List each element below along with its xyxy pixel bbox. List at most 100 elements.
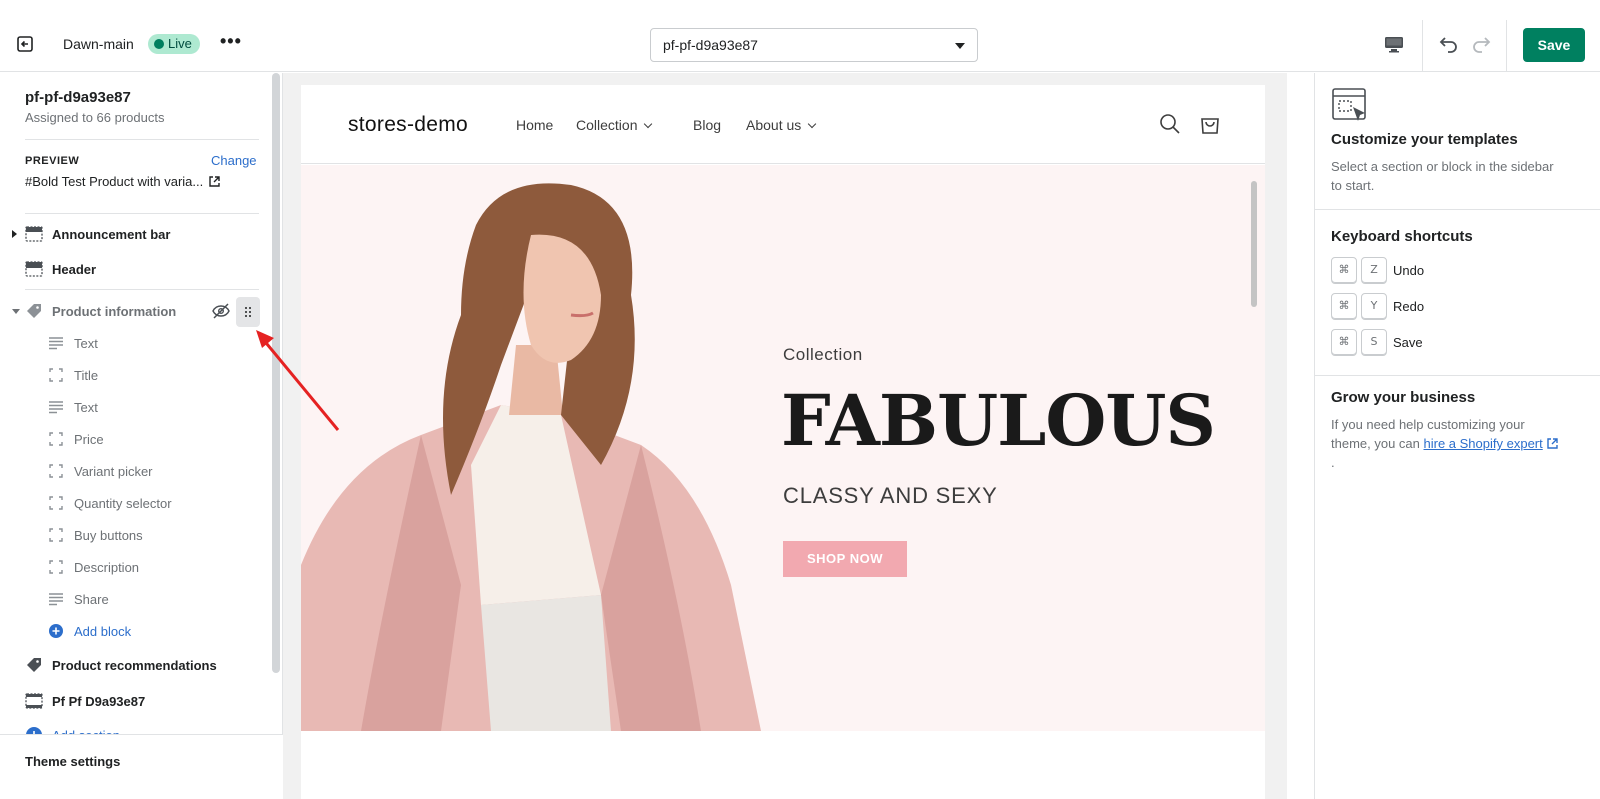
- divider: [25, 213, 259, 214]
- hero-banner: Collection FABULOUS CLASSY AND SEXY SHOP…: [301, 165, 1265, 731]
- nav-collection[interactable]: Collection: [576, 117, 653, 133]
- shortcut-key: Y: [1361, 293, 1387, 319]
- section-product-information[interactable]: Product information: [0, 296, 265, 327]
- chevron-down-icon: [644, 119, 653, 129]
- search-icon[interactable]: [1159, 113, 1181, 135]
- hero-subtitle: CLASSY AND SEXY: [783, 483, 998, 508]
- theme-name: Dawn-main: [63, 36, 134, 52]
- block-quantity-selector[interactable]: Quantity selector: [0, 488, 265, 518]
- grow-text-end: .: [1331, 455, 1335, 470]
- header-icon: [25, 261, 43, 277]
- block-label: Share: [74, 591, 109, 607]
- preview-scrollbar[interactable]: [1251, 181, 1257, 307]
- announcement-bar-icon: [25, 226, 43, 242]
- block-text[interactable]: Text: [0, 328, 265, 358]
- block-label: Text: [74, 335, 98, 351]
- tag-icon: [27, 658, 41, 672]
- section-label: Product information: [52, 303, 177, 319]
- block-frame-icon: [49, 432, 63, 446]
- desktop-view-icon[interactable]: [1384, 34, 1406, 56]
- add-block-label: Add block: [74, 623, 132, 639]
- block-frame-icon: [49, 368, 63, 382]
- section-header[interactable]: Header: [0, 254, 265, 284]
- block-label: Price: [74, 431, 104, 447]
- sidebar: pf-pf-d9a93e87 Assigned to 66 products P…: [0, 73, 283, 799]
- store-preview-frame: stores-demo Home Collection Blog About u…: [301, 85, 1265, 799]
- preview-product-name: #Bold Test Product with varia...: [25, 174, 204, 189]
- sidebar-scrollbar[interactable]: [272, 73, 280, 673]
- change-preview-link[interactable]: Change: [211, 153, 257, 168]
- add-block-button[interactable]: Add block: [0, 616, 265, 646]
- section-label: Pf Pf D9a93e87: [52, 693, 146, 709]
- plus-circle-icon: [49, 624, 63, 638]
- shortcut-save: ⌘ S Save: [1331, 329, 1423, 355]
- drag-handle-icon[interactable]: [236, 297, 260, 327]
- preview-label: PREVIEW: [25, 155, 80, 167]
- more-actions-button[interactable]: •••: [220, 32, 241, 54]
- grow-text: If you need help customizing your theme,…: [1331, 415, 1561, 472]
- live-badge: Live: [148, 34, 200, 54]
- text-lines-icon: [49, 401, 63, 414]
- save-button[interactable]: Save: [1523, 28, 1585, 62]
- preview-product-link[interactable]: #Bold Test Product with varia...: [25, 174, 220, 189]
- command-key: ⌘: [1331, 293, 1357, 319]
- template-assigned-count: Assigned to 66 products: [25, 110, 165, 125]
- block-title[interactable]: Title: [0, 360, 265, 390]
- block-variant-picker[interactable]: Variant picker: [0, 456, 265, 486]
- block-frame-icon: [49, 528, 63, 542]
- nav-blog[interactable]: Blog: [693, 117, 721, 133]
- shortcuts-heading: Keyboard shortcuts: [1331, 228, 1473, 245]
- chevron-right-icon[interactable]: [12, 230, 17, 238]
- block-label: Description: [74, 559, 140, 575]
- section-label: Product recommendations: [52, 657, 217, 673]
- block-frame-icon: [49, 496, 63, 510]
- hero-title: FABULOUS: [781, 379, 1216, 462]
- template-select-value: pf-pf-d9a93e87: [663, 37, 758, 53]
- hero-eyebrow: Collection: [783, 345, 863, 364]
- redo-icon[interactable]: [1470, 33, 1494, 57]
- divider: [1506, 20, 1507, 72]
- cart-icon[interactable]: [1199, 113, 1221, 135]
- divider: [25, 139, 259, 140]
- customize-text: Select a section or block in the sidebar…: [1331, 159, 1554, 193]
- shortcut-redo: ⌘ Y Redo: [1331, 293, 1424, 319]
- theme-settings-label: Theme settings: [25, 754, 121, 769]
- block-description[interactable]: Description: [0, 552, 265, 582]
- block-label: Title: [74, 367, 99, 383]
- block-price[interactable]: Price: [0, 424, 265, 454]
- block-buy-buttons[interactable]: Buy buttons: [0, 520, 265, 550]
- nav-home[interactable]: Home: [516, 117, 553, 133]
- section-product-recommendations[interactable]: Product recommendations: [0, 650, 265, 680]
- right-panel: Customize your templates Select a sectio…: [1314, 73, 1600, 799]
- template-select[interactable]: pf-pf-d9a93e87: [650, 28, 978, 62]
- theme-settings[interactable]: Theme settings: [0, 734, 283, 799]
- block-frame-icon: [49, 560, 63, 574]
- chevron-down-icon[interactable]: [12, 309, 20, 314]
- store-logo[interactable]: stores-demo: [348, 113, 468, 137]
- customize-template-icon: [1332, 88, 1366, 121]
- block-text[interactable]: Text: [0, 392, 265, 422]
- nav-label: About us: [746, 117, 802, 133]
- nav-about-us[interactable]: About us: [746, 117, 817, 133]
- undo-icon[interactable]: [1436, 33, 1460, 57]
- hire-expert-link[interactable]: hire a Shopify expert: [1424, 436, 1543, 451]
- store-header: stores-demo Home Collection Blog About u…: [301, 85, 1265, 164]
- exit-icon[interactable]: [14, 33, 36, 55]
- hidden-eye-icon[interactable]: [212, 303, 230, 319]
- command-key: ⌘: [1331, 329, 1357, 355]
- shortcut-key: Z: [1361, 257, 1387, 283]
- chevron-down-icon: [955, 43, 965, 49]
- section-announcement-bar[interactable]: Announcement bar: [0, 219, 265, 249]
- block-share[interactable]: Share: [0, 584, 265, 614]
- shop-now-button[interactable]: SHOP NOW: [783, 541, 907, 577]
- nav-label: Blog: [693, 117, 722, 133]
- section-icon: [25, 693, 43, 709]
- external-link-icon: [209, 176, 220, 187]
- shortcut-label: Redo: [1393, 298, 1425, 314]
- block-label: Quantity selector: [74, 495, 172, 511]
- shortcut-label: Save: [1393, 334, 1423, 350]
- section-pf-pf-d9a93e87[interactable]: Pf Pf D9a93e87: [0, 686, 265, 716]
- model-image: [301, 183, 761, 731]
- divider: [25, 289, 259, 290]
- section-label: Announcement bar: [52, 226, 171, 242]
